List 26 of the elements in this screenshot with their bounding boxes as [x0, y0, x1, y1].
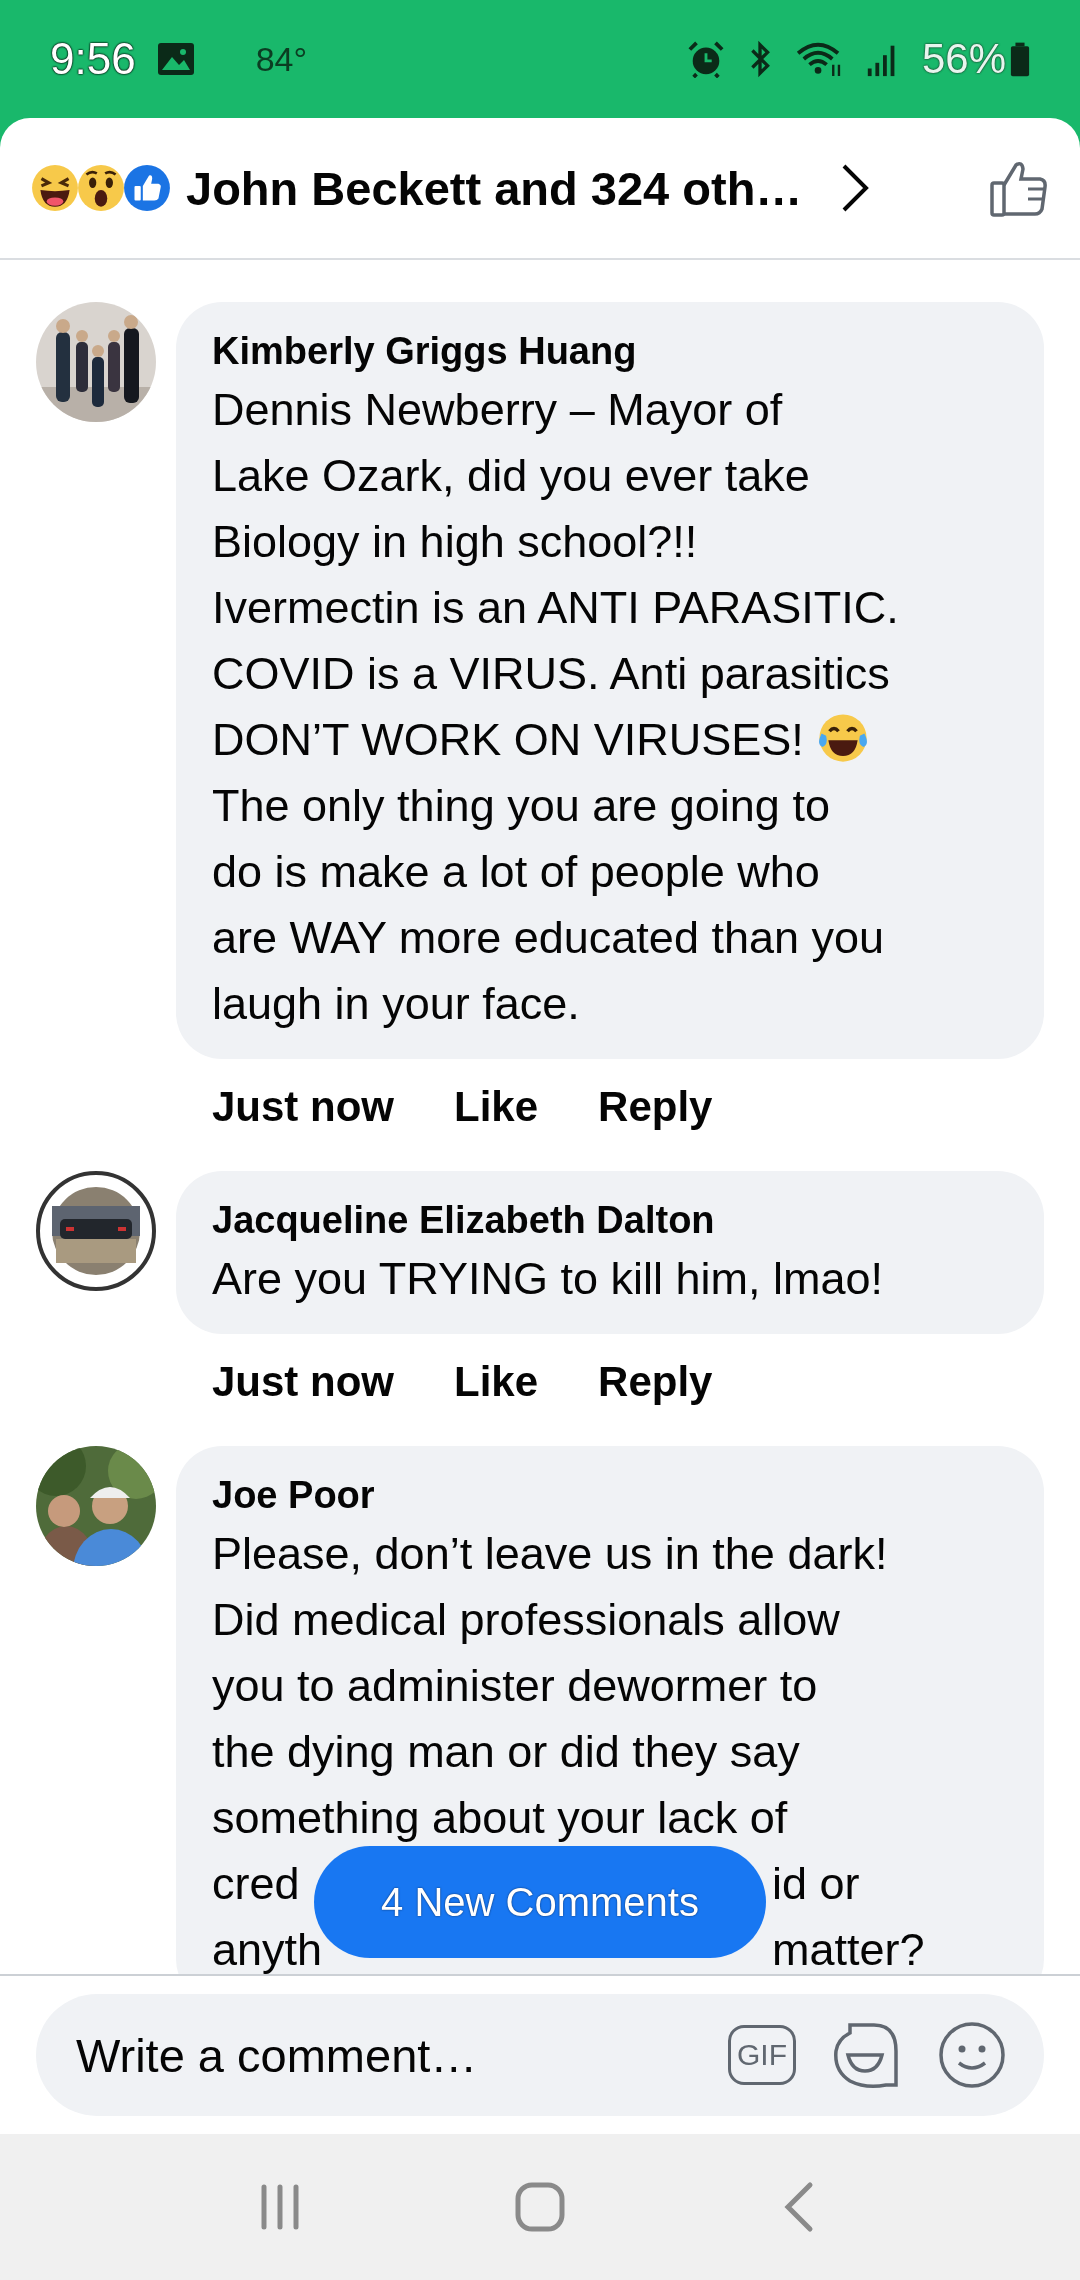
- comment-action-link[interactable]: Like: [454, 1358, 539, 1406]
- thumbs-up-icon: [122, 163, 172, 213]
- comment-action-link[interactable]: Reply: [598, 1083, 713, 1131]
- author-name[interactable]: Joe Poor: [212, 1469, 1014, 1521]
- battery-percent: 56%: [921, 35, 1006, 83]
- comment-action-link[interactable]: Like: [454, 1083, 539, 1131]
- comment-input[interactable]: Write a comment… GIF: [36, 1994, 1044, 2116]
- comment-text: cred: [212, 1858, 300, 1909]
- battery-icon: [1010, 40, 1030, 78]
- comment-time: Just now: [212, 1083, 394, 1131]
- author-name[interactable]: Jacqueline Elizabeth Dalton: [212, 1194, 1014, 1246]
- surprised-emoji-icon: [76, 163, 126, 213]
- comment-text: Dennis Newberry – Mayor of Lake Ozark, did you ever take Biology in high school?!! Ivermectin is an ANTI PARASITIC. COVID is a VIRUS. Anti parasitics DON’T WORK ON VIRUSES! The only thing you are going to do is make a lot of people who are WAY more educated than you laugh in your face.: [212, 383, 899, 1031]
- comment-text: matter?: [772, 1924, 925, 1974]
- author-name[interactable]: Kimberly Griggs Huang: [212, 325, 1014, 377]
- gif-button[interactable]: GIF: [728, 2025, 796, 2085]
- status-time: 9:56: [50, 34, 136, 84]
- laughing-emoji-icon: [30, 163, 80, 213]
- emoji-icon[interactable]: [936, 2019, 1008, 2091]
- comment-action-link[interactable]: Reply: [598, 1358, 713, 1406]
- reactions-title[interactable]: John Beckett and 324 oth…: [186, 160, 803, 216]
- image-icon: [157, 40, 194, 78]
- comment-time: Just now: [212, 1358, 394, 1406]
- comment-text: Are you TRYING to kill him, lmao!: [212, 1252, 884, 1306]
- comment-text: id or: [772, 1858, 860, 1909]
- temperature-text: 84°: [255, 39, 308, 79]
